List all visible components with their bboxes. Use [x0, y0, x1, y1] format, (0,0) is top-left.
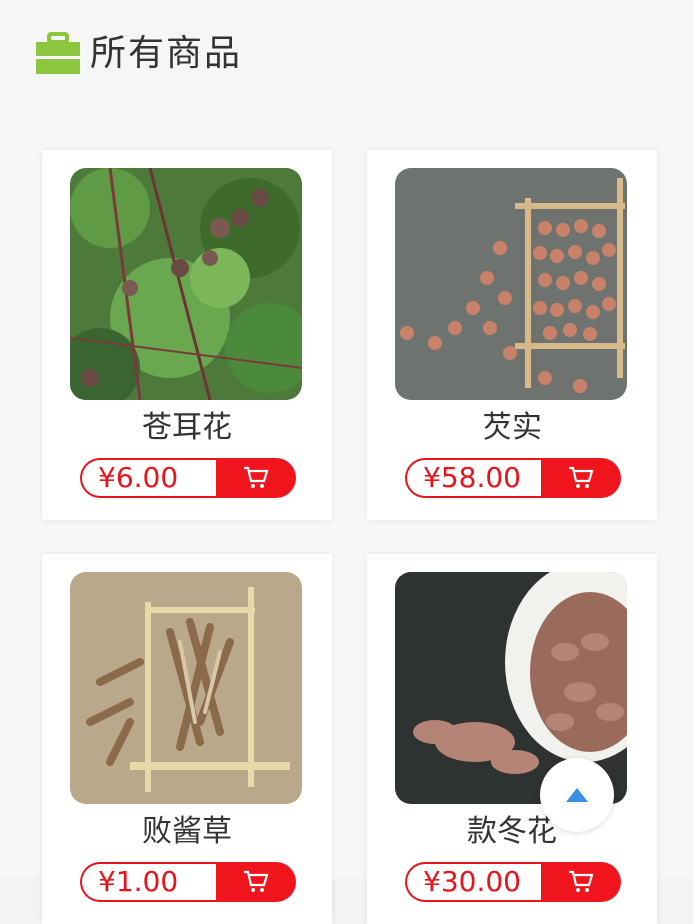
product-name[interactable]: 苍耳花: [42, 408, 332, 448]
product-card[interactable]: 苍耳花 ¥6.00: [42, 150, 332, 520]
product-card[interactable]: 款冬花 ¥30.00: [367, 554, 657, 924]
buy-row: ¥1.00: [80, 862, 296, 902]
product-name[interactable]: 款冬花: [367, 812, 657, 852]
buy-row: ¥30.00: [405, 862, 621, 902]
product-price: ¥58.00: [405, 458, 557, 498]
cart-icon: [244, 466, 269, 488]
product-name[interactable]: 芡实: [367, 408, 657, 448]
scroll-to-top-button[interactable]: [540, 758, 614, 832]
add-to-cart-button[interactable]: [216, 458, 296, 498]
add-to-cart-button[interactable]: [541, 862, 621, 902]
product-image[interactable]: [70, 572, 302, 804]
arrow-up-icon: [566, 788, 588, 802]
product-image[interactable]: [395, 168, 627, 400]
cart-icon: [569, 870, 594, 892]
product-price: ¥30.00: [405, 862, 557, 902]
buy-row: ¥6.00: [80, 458, 296, 498]
buy-row: ¥58.00: [405, 458, 621, 498]
product-price: ¥6.00: [80, 458, 232, 498]
briefcase-icon: [36, 32, 80, 74]
product-price: ¥1.00: [80, 862, 232, 902]
page-title: 所有商品: [90, 33, 243, 74]
product-name[interactable]: 败酱草: [42, 812, 332, 852]
page-header: 所有商品: [0, 0, 693, 110]
product-image[interactable]: [70, 168, 302, 400]
cart-icon: [569, 466, 594, 488]
add-to-cart-button[interactable]: [216, 862, 296, 902]
add-to-cart-button[interactable]: [541, 458, 621, 498]
cart-icon: [244, 870, 269, 892]
product-card[interactable]: 败酱草 ¥1.00: [42, 554, 332, 924]
product-card[interactable]: 芡实 ¥58.00: [367, 150, 657, 520]
